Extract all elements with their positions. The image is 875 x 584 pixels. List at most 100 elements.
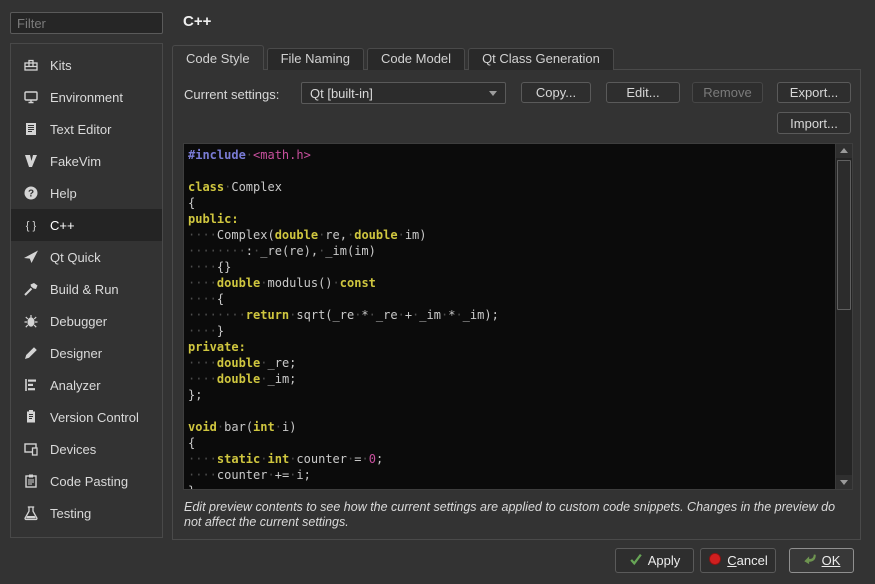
sidebar-item-fakevim[interactable]: FakeVim <box>11 145 162 177</box>
scroll-up-icon[interactable] <box>836 144 852 158</box>
code-preview-text: #include·<math.h> class·Complex{public:·… <box>188 147 834 489</box>
preview-note: Edit preview contents to see how the cur… <box>184 500 852 530</box>
tab-file-naming[interactable]: File Naming <box>267 48 364 70</box>
code-line: ····double·modulus()·const <box>188 275 834 291</box>
category-list: Kits Environment Text Editor FakeVim? Help { … <box>10 43 163 538</box>
tab-bar: Code StyleFile NamingCode ModelQt Class … <box>172 45 617 70</box>
edit-button[interactable]: Edit... <box>606 82 680 103</box>
version-control-icon <box>22 409 39 426</box>
ok-arrow-icon <box>803 552 817 569</box>
page-title: C++ <box>183 13 211 30</box>
combo-value: Qt [built-in] <box>310 86 373 101</box>
sidebar-item-label: Devices <box>50 442 96 457</box>
sidebar-item-label: C++ <box>50 218 75 233</box>
sidebar-item-label: Kits <box>50 58 72 73</box>
code-line: } <box>188 483 834 489</box>
ok-button[interactable]: OK <box>789 548 854 573</box>
fakevim-icon <box>22 153 39 170</box>
svg-text:?: ? <box>27 189 33 200</box>
code-line: ····Complex(double·re,·double·im) <box>188 227 834 243</box>
code-line: ····{ <box>188 291 834 307</box>
designer-icon <box>22 345 39 362</box>
code-line: ····} <box>188 323 834 339</box>
apply-button[interactable]: Apply <box>615 548 694 573</box>
options-dialog: Kits Environment Text Editor FakeVim? Help { … <box>0 0 875 584</box>
sidebar-item-build-run[interactable]: Build & Run <box>11 273 162 305</box>
stop-icon <box>708 552 722 569</box>
code-line: { <box>188 195 834 211</box>
environment-icon <box>22 89 39 106</box>
code-line: void·bar(int·i) <box>188 419 834 435</box>
scrollbar-thumb[interactable] <box>837 160 851 310</box>
code-line: ········:·_re(re),·_im(im) <box>188 243 834 259</box>
sidebar-item-environment[interactable]: Environment <box>11 81 162 113</box>
tab-code-model[interactable]: Code Model <box>367 48 465 70</box>
kits-icon <box>22 57 39 74</box>
scroll-down-icon[interactable] <box>836 475 852 489</box>
button-label: OK <box>822 553 841 568</box>
sidebar-item-label: Help <box>50 186 77 201</box>
build-run-icon <box>22 281 39 298</box>
chevron-down-icon <box>489 91 497 96</box>
copy-button[interactable]: Copy... <box>521 82 591 103</box>
code-line: }; <box>188 387 834 403</box>
code-line: ····counter·+=·i; <box>188 467 834 483</box>
sidebar-item-label: Designer <box>50 346 102 361</box>
code-line: ····double·_im; <box>188 371 834 387</box>
cancel-button[interactable]: Cancel <box>700 548 776 573</box>
sidebar-item-label: FakeVim <box>50 154 101 169</box>
code-line: ····{} <box>188 259 834 275</box>
sidebar-item-debugger[interactable]: Debugger <box>11 305 162 337</box>
text-editor-icon <box>22 121 39 138</box>
sidebar-item-label: Analyzer <box>50 378 101 393</box>
sidebar-item-label: Version Control <box>50 410 139 425</box>
code-style-pane: Current settings: Qt [built-in] Copy... E… <box>172 69 861 540</box>
sidebar-item-devices[interactable]: Devices <box>11 433 162 465</box>
sidebar-item-code-pasting[interactable]: Code Pasting <box>11 465 162 497</box>
sidebar-item-label: Text Editor <box>50 122 111 137</box>
debugger-icon <box>22 313 39 330</box>
code-line: class·Complex <box>188 179 834 195</box>
editor-scrollbar[interactable] <box>835 144 852 489</box>
code-line <box>188 403 834 419</box>
help-icon: ? <box>22 185 39 202</box>
code-line: ····static·int·counter·=·0; <box>188 451 834 467</box>
sidebar-item-label: Qt Quick <box>50 250 101 265</box>
check-icon <box>629 552 643 569</box>
tab-code-style[interactable]: Code Style <box>172 45 264 70</box>
code-line: { <box>188 435 834 451</box>
svg-text:{ }: { } <box>25 220 36 232</box>
code-pasting-icon <box>22 473 39 490</box>
sidebar-item-label: Debugger <box>50 314 107 329</box>
analyzer-icon <box>22 377 39 394</box>
sidebar-item-text-editor[interactable]: Text Editor <box>11 113 162 145</box>
sidebar-item-kits[interactable]: Kits <box>11 49 162 81</box>
devices-icon <box>22 441 39 458</box>
tab-qt-class-generation[interactable]: Qt Class Generation <box>468 48 614 70</box>
sidebar-item-help[interactable]: ? Help <box>11 177 162 209</box>
current-settings-label: Current settings: <box>184 87 279 102</box>
sidebar-item-testing[interactable]: Testing <box>11 497 162 529</box>
filter-input[interactable] <box>10 12 163 34</box>
code-line: ····double·_re; <box>188 355 834 371</box>
sidebar-item-designer[interactable]: Designer <box>11 337 162 369</box>
sidebar-item-label: Environment <box>50 90 123 105</box>
button-label: Apply <box>648 553 681 568</box>
qt-quick-icon <box>22 249 39 266</box>
remove-button[interactable]: Remove <box>692 82 763 103</box>
button-label: Cancel <box>727 553 767 568</box>
code-line: public: <box>188 211 834 227</box>
current-settings-combo[interactable]: Qt [built-in] <box>301 82 506 104</box>
sidebar-item-version-control[interactable]: Version Control <box>11 401 162 433</box>
sidebar-item-cpp[interactable]: { } C++ <box>11 209 162 241</box>
code-line: ········return·sqrt(_re·*·_re·+·_im·*·_i… <box>188 307 834 323</box>
code-line: private: <box>188 339 834 355</box>
sidebar-item-label: Testing <box>50 506 91 521</box>
sidebar-item-analyzer[interactable]: Analyzer <box>11 369 162 401</box>
sidebar-item-qt-quick[interactable]: Qt Quick <box>11 241 162 273</box>
code-preview-editor[interactable]: #include·<math.h> class·Complex{public:·… <box>183 143 853 490</box>
code-line <box>188 163 834 179</box>
code-line: #include·<math.h> <box>188 147 834 163</box>
export-button[interactable]: Export... <box>777 82 851 103</box>
import-button[interactable]: Import... <box>777 112 851 134</box>
